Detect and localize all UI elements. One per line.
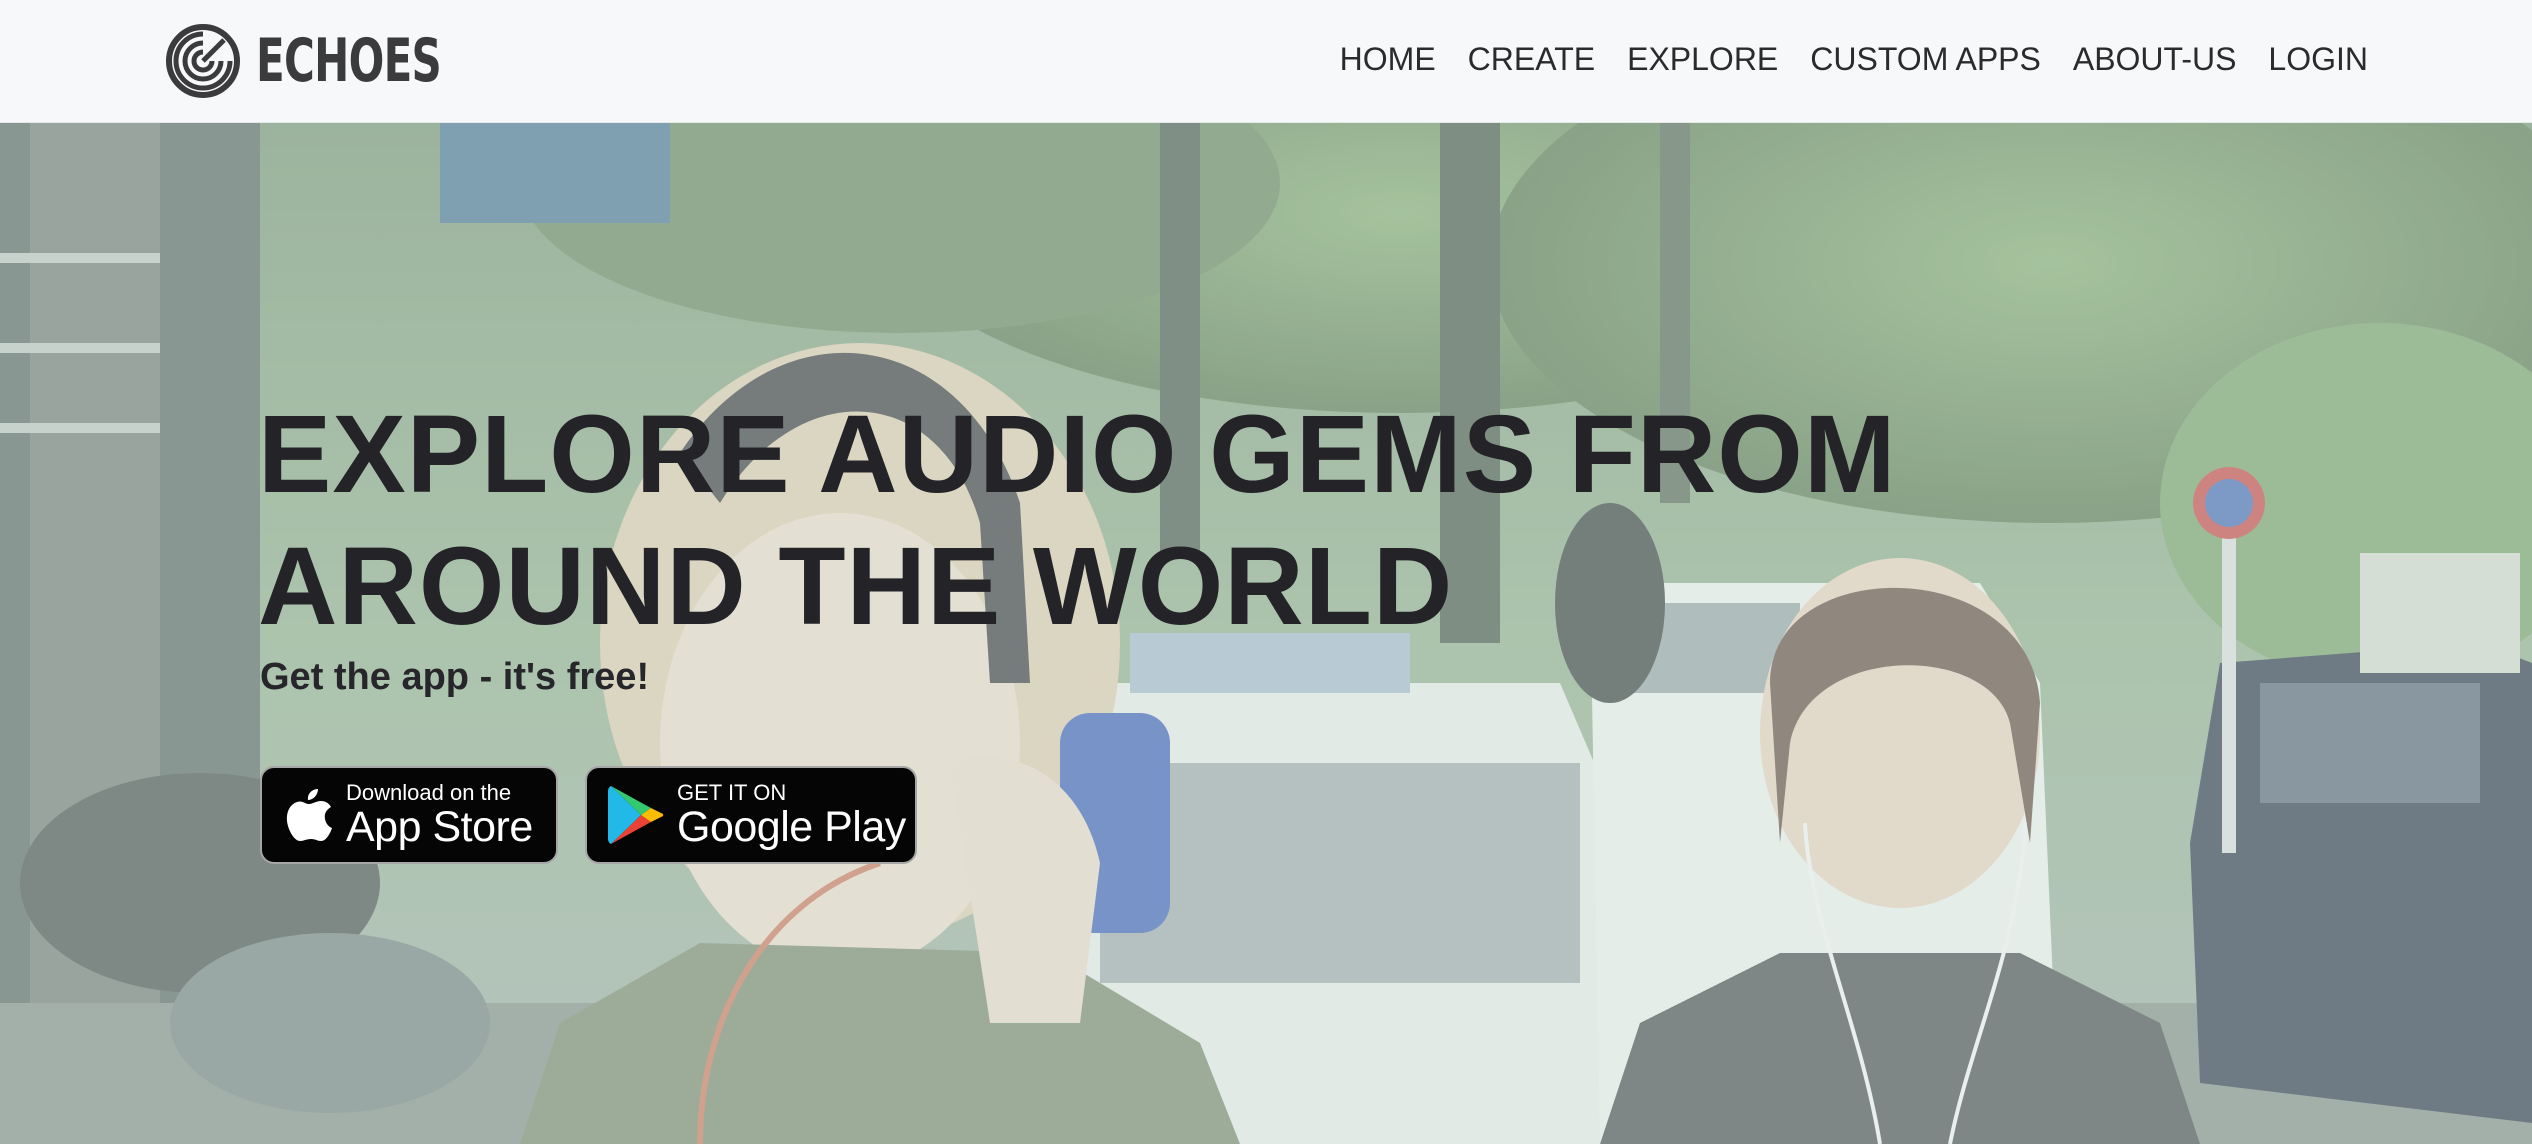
nav-link-home[interactable]: HOME [1340,41,1436,78]
google-play-badge-text: GET IT ON Google Play [677,780,906,851]
google-play-badge-big: Google Play [677,803,906,851]
google-play-icon [608,786,664,844]
nav-link-explore[interactable]: EXPLORE [1627,41,1778,78]
apple-icon [286,789,332,841]
brand-name: ECHOES [256,26,442,96]
google-play-badge-button[interactable]: GET IT ON Google Play [585,766,917,864]
hero-title: EXPLORE AUDIO GEMS FROM AROUND THE WORLD [258,393,1897,648]
brand-logo-link[interactable]: ECHOES [164,22,520,100]
app-store-badge-small: Download on the [346,780,512,805]
echoes-logo-icon [166,24,240,98]
nav-link-custom-apps[interactable]: CUSTOM APPS [1810,41,2041,78]
nav-link-create[interactable]: CREATE [1468,41,1595,78]
nav-link-login[interactable]: LOGIN [2268,41,2368,78]
navbar: ECHOES HOME CREATE EXPLORE CUSTOM APPS A… [0,0,2532,123]
app-store-badge-button[interactable]: Download on the App Store [260,766,558,864]
main-nav: HOME CREATE EXPLORE CUSTOM APPS ABOUT-US… [1340,0,2368,118]
nav-link-about-us[interactable]: ABOUT-US [2073,41,2237,78]
hero-subtitle: Get the app - it's free! [260,656,650,698]
app-store-badge-text: Download on the App Store [346,780,533,851]
hero-section: EXPLORE AUDIO GEMS FROM AROUND THE WORLD… [0,123,2532,1144]
google-play-badge-small: GET IT ON [677,780,787,805]
app-store-badge-big: App Store [346,803,533,851]
